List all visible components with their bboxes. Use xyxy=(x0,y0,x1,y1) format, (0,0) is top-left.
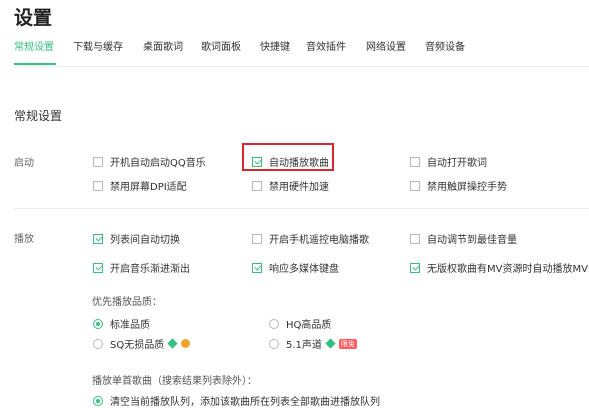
option-label: 清空当前播放队列，添加该歌曲所在列表全部歌曲进播放队列 xyxy=(110,397,380,408)
quality-title: 优先播放品质： xyxy=(92,297,162,308)
green-diamond-icon xyxy=(167,338,178,349)
tab-general[interactable]: 常规设置 xyxy=(14,38,54,53)
orange-vip-icon xyxy=(181,339,191,348)
option-label: 列表间自动切换 xyxy=(110,235,180,246)
quality-sq-radio[interactable]: SQ无损品质 xyxy=(93,336,191,351)
checkbox-box[interactable] xyxy=(410,156,420,167)
startup-group-label: 启动 xyxy=(14,158,34,169)
active-tab-indicator xyxy=(14,63,56,65)
list-auto-switch-checkbox[interactable]: 列表间自动切换 xyxy=(93,231,180,246)
checkbox-box[interactable] xyxy=(252,180,262,191)
checkbox-box[interactable] xyxy=(93,156,103,167)
disable-dpi-checkbox[interactable]: 禁用屏幕DPI适配 xyxy=(93,178,187,193)
option-label: HQ高品质 xyxy=(286,320,332,331)
media-keys-checkbox[interactable]: 响应多媒体键盘 xyxy=(252,260,339,275)
limited-free-badge: 限免 xyxy=(338,338,357,349)
checkbox-box[interactable] xyxy=(410,180,420,191)
radio-dot[interactable] xyxy=(93,318,103,329)
auto-volume-checkbox[interactable]: 自动调节到最佳音量 xyxy=(410,231,517,246)
auto-open-lyrics-checkbox[interactable]: 自动打开歌词 xyxy=(410,154,487,169)
green-diamond-icon xyxy=(325,338,336,349)
quality-standard-radio[interactable]: 标准品质 xyxy=(93,316,150,331)
checkbox-box[interactable] xyxy=(252,262,262,273)
quality-hq-radio[interactable]: HQ高品质 xyxy=(269,316,331,331)
tab-desktop-lyrics[interactable]: 桌面歌词 xyxy=(143,38,183,53)
quality-51-radio[interactable]: 5.1声道 限免 xyxy=(269,336,357,351)
radio-dot[interactable] xyxy=(93,338,103,349)
option-label: 响应多媒体键盘 xyxy=(269,264,339,275)
option-label: SQ无损品质 xyxy=(110,340,165,351)
checkbox-box[interactable] xyxy=(410,233,420,244)
option-label: 开启手机遥控电脑播歌 xyxy=(269,235,369,246)
option-label: 自动打开歌词 xyxy=(427,158,487,169)
highlight-annotation xyxy=(242,143,334,171)
tab-network[interactable]: 网络设置 xyxy=(366,38,406,53)
tab-lyrics-panel[interactable]: 歌词面板 xyxy=(201,38,241,53)
auto-play-mv-checkbox[interactable]: 无版权歌曲有MV资源时自动播放MV xyxy=(410,260,588,275)
tab-shortcuts[interactable]: 快捷键 xyxy=(260,38,290,53)
option-label: 开机自动启动QQ音乐 xyxy=(110,158,206,169)
disable-touch-gesture-checkbox[interactable]: 禁用触屏操控手势 xyxy=(410,178,507,193)
checkbox-box[interactable] xyxy=(93,262,103,273)
option-label: 开启音乐渐进渐出 xyxy=(110,264,190,275)
section-divider xyxy=(14,208,589,209)
option-label: 自动调节到最佳音量 xyxy=(427,235,517,246)
option-label: 禁用硬件加速 xyxy=(269,182,329,193)
radio-dot[interactable] xyxy=(269,338,279,349)
checkbox-box[interactable] xyxy=(93,180,103,191)
disable-hw-accel-checkbox[interactable]: 禁用硬件加速 xyxy=(252,178,329,193)
option-label: 禁用触屏操控手势 xyxy=(427,182,507,193)
checkbox-box[interactable] xyxy=(252,233,262,244)
fade-in-out-checkbox[interactable]: 开启音乐渐进渐出 xyxy=(93,260,190,275)
option-label: 标准品质 xyxy=(110,320,150,331)
radio-dot[interactable] xyxy=(93,395,103,406)
phone-remote-checkbox[interactable]: 开启手机遥控电脑播歌 xyxy=(252,231,369,246)
playback-group-label: 播放 xyxy=(14,234,34,245)
single-song-title: 播放单首歌曲（搜索结果列表除外）： xyxy=(92,376,257,387)
settings-tabs: 常规设置 下载与缓存 桌面歌词 歌词面板 快捷键 音效插件 网络设置 音频设备 xyxy=(0,38,589,66)
section-title: 常规设置 xyxy=(14,109,63,123)
radio-dot[interactable] xyxy=(269,318,279,329)
option-label: 禁用屏幕DPI适配 xyxy=(110,182,187,193)
checkbox-box[interactable] xyxy=(410,262,420,273)
page-title: 设置 xyxy=(14,7,53,29)
tab-download-cache[interactable]: 下载与缓存 xyxy=(73,38,123,53)
checkbox-box[interactable] xyxy=(93,233,103,244)
tab-audio-device[interactable]: 音频设备 xyxy=(425,38,465,53)
auto-start-checkbox[interactable]: 开机自动启动QQ音乐 xyxy=(93,154,206,169)
option-label: 无版权歌曲有MV资源时自动播放MV xyxy=(427,264,588,275)
tabs-divider xyxy=(14,66,589,67)
option-label: 5.1声道 xyxy=(286,340,322,351)
clear-queue-radio[interactable]: 清空当前播放队列，添加该歌曲所在列表全部歌曲进播放队列 xyxy=(93,393,380,408)
tab-sound-plugins[interactable]: 音效插件 xyxy=(306,38,346,53)
